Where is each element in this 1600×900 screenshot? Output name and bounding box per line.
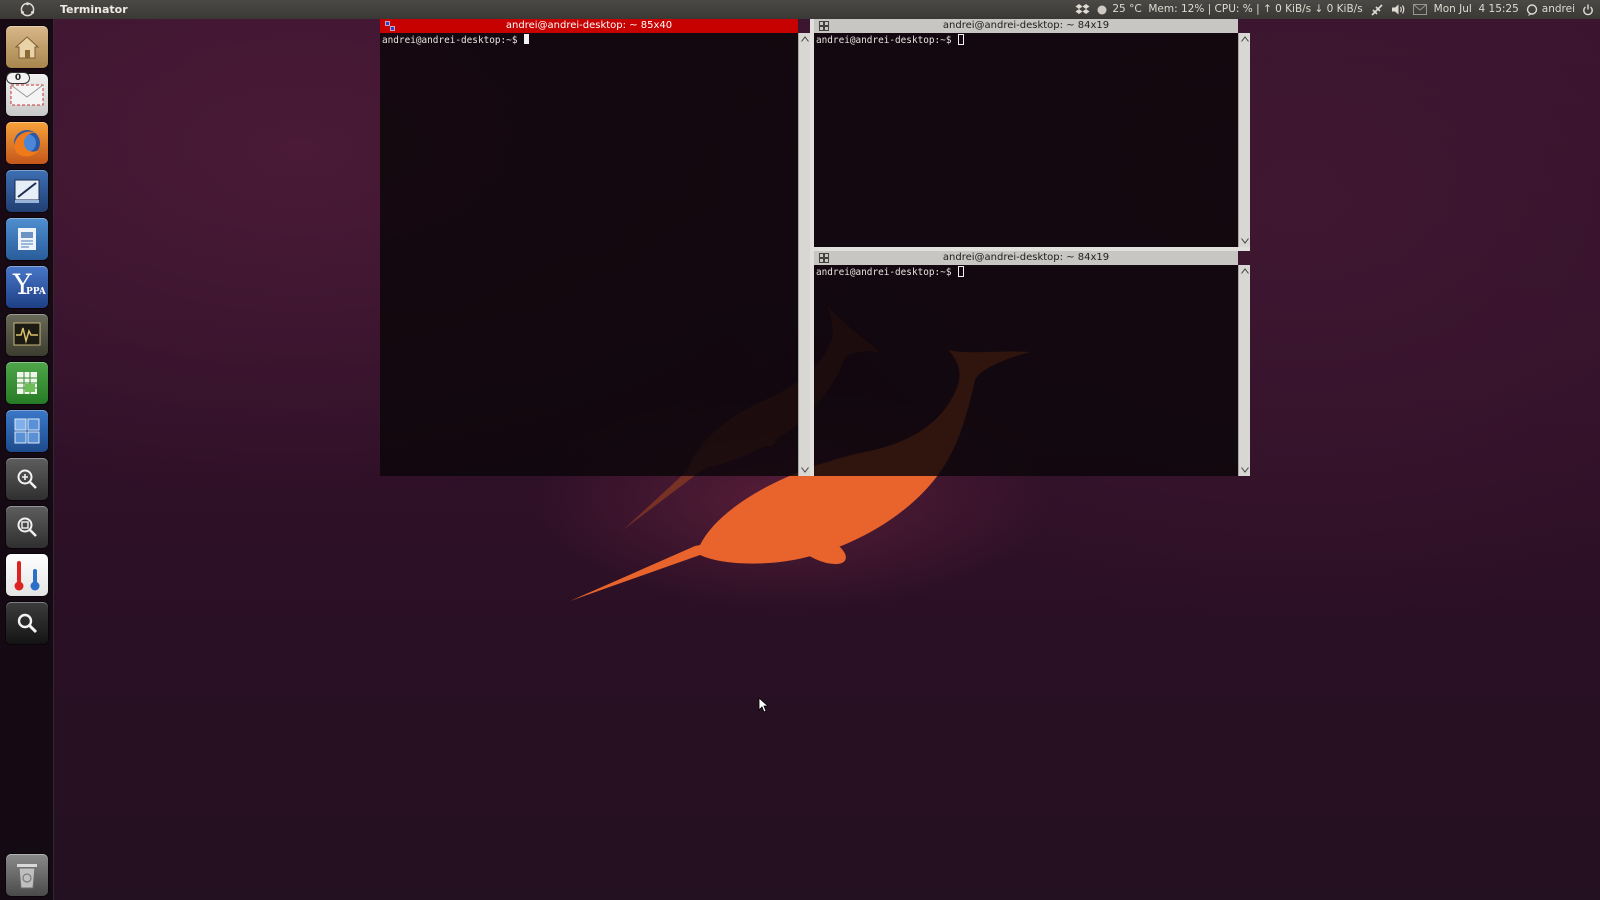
launcher-workspace-switcher[interactable] bbox=[6, 410, 48, 452]
text-cursor bbox=[958, 34, 965, 45]
terminal-title-bar[interactable]: andrei@andrei-desktop: ~ 84x19 bbox=[814, 251, 1238, 265]
launcher-firefox[interactable] bbox=[6, 122, 48, 164]
terminal-title: andrei@andrei-desktop: ~ 84x19 bbox=[942, 20, 1110, 31]
system-monitor-indicator[interactable]: 25 °C Mem: 12% | CPU: % | ↑ 0 KiB/s ↓ 0 … bbox=[1097, 0, 1363, 19]
terminal-pane-left[interactable]: andrei@andrei-desktop: ~ 85x40 andrei@an… bbox=[380, 19, 798, 476]
temperature-dot-icon bbox=[1097, 5, 1107, 14]
launcher-text-editor[interactable] bbox=[6, 170, 48, 212]
terminal-title: andrei@andrei-desktop: ~ 85x40 bbox=[505, 20, 673, 31]
scroll-up-icon[interactable] bbox=[1241, 36, 1249, 42]
terminator-window: andrei@andrei-desktop: ~ 85x40 andrei@an… bbox=[380, 19, 1268, 476]
temperature-reading: 25 °C bbox=[1112, 3, 1142, 15]
scroll-down-icon[interactable] bbox=[1241, 238, 1249, 244]
text-editor-icon bbox=[14, 179, 40, 203]
memory-reading: Mem: 12% bbox=[1148, 3, 1205, 15]
document-viewer-icon bbox=[18, 228, 36, 250]
mail-unread-badge: 0 bbox=[6, 72, 30, 84]
mouse-pointer-icon bbox=[758, 697, 768, 713]
launcher-temperature-monitor[interactable] bbox=[6, 554, 48, 596]
launcher-spreadsheet[interactable] bbox=[6, 362, 48, 404]
launcher: 0 Y PPA bbox=[0, 19, 54, 900]
scroll-down-icon[interactable] bbox=[1241, 467, 1249, 473]
zoom-in-icon bbox=[17, 469, 37, 489]
workspace-switcher-icon bbox=[14, 418, 40, 444]
clock[interactable]: Mon Jul 4 15:25 bbox=[1434, 0, 1519, 19]
scroll-down-icon[interactable] bbox=[801, 467, 809, 473]
scrollbar-bottom-right[interactable] bbox=[1238, 265, 1250, 476]
power-icon[interactable] bbox=[1582, 4, 1594, 16]
system-monitor-icon bbox=[13, 322, 41, 346]
launcher-y-ppa-manager[interactable]: Y PPA bbox=[6, 266, 48, 308]
launcher-document-viewer[interactable] bbox=[6, 218, 48, 260]
home-folder-icon bbox=[14, 36, 40, 59]
scroll-up-icon[interactable] bbox=[1241, 268, 1249, 274]
user-name: andrei bbox=[1541, 3, 1575, 15]
text-cursor bbox=[524, 34, 530, 44]
terminal-prompt: andrei@andrei-desktop:~$ bbox=[816, 34, 965, 46]
chat-status-icon bbox=[1526, 3, 1537, 16]
terminal-pane-bottom-right[interactable]: andrei@andrei-desktop: ~ 84x19 andrei@an… bbox=[814, 251, 1238, 476]
trash-icon bbox=[17, 864, 37, 889]
terminal-title-bar[interactable]: andrei@andrei-desktop: ~ 84x19 bbox=[814, 19, 1238, 33]
prompt-text: andrei@andrei-desktop:~$ bbox=[816, 35, 958, 46]
net-down-reading: ↓ 0 KiB/s bbox=[1314, 3, 1363, 15]
group-icon[interactable] bbox=[819, 253, 830, 263]
launcher-zoom-in[interactable] bbox=[6, 458, 48, 500]
group-icon[interactable] bbox=[819, 21, 830, 31]
spreadsheet-icon bbox=[17, 372, 37, 394]
zoom-fit-icon bbox=[17, 517, 37, 537]
mail-icon bbox=[10, 84, 44, 106]
cpu-reading: CPU: % bbox=[1214, 3, 1253, 15]
prompt-text: andrei@andrei-desktop:~$ bbox=[816, 267, 958, 278]
launcher-system-monitor[interactable] bbox=[6, 314, 48, 356]
indicator-area: 25 °C Mem: 12% | CPU: % | ↑ 0 KiB/s ↓ 0 … bbox=[1075, 0, 1600, 19]
scrollbar-left[interactable] bbox=[798, 33, 810, 476]
firefox-icon bbox=[14, 130, 40, 157]
terminal-pane-top-right[interactable]: andrei@andrei-desktop: ~ 84x19 andrei@an… bbox=[814, 19, 1238, 247]
net-up-reading: ↑ 0 KiB/s bbox=[1262, 3, 1312, 15]
scroll-up-icon[interactable] bbox=[801, 36, 809, 42]
scrollbar-top-right[interactable] bbox=[1238, 33, 1250, 247]
text-cursor bbox=[958, 266, 965, 277]
prompt-text: andrei@andrei-desktop:~$ bbox=[382, 35, 524, 46]
active-app-title: Terminator bbox=[60, 3, 128, 16]
launcher-search[interactable] bbox=[6, 602, 48, 644]
search-icon bbox=[17, 613, 38, 634]
top-panel: Terminator 25 °C Mem: 12% | CPU: % | ↑ 0… bbox=[0, 0, 1600, 19]
terminal-prompt: andrei@andrei-desktop:~$ bbox=[382, 34, 530, 46]
terminal-title: andrei@andrei-desktop: ~ 84x19 bbox=[942, 252, 1110, 263]
terminal-prompt: andrei@andrei-desktop:~$ bbox=[816, 266, 965, 278]
dropbox-icon[interactable] bbox=[1075, 3, 1090, 16]
group-icon[interactable] bbox=[385, 21, 396, 31]
thermometer-icon bbox=[14, 561, 40, 591]
user-menu[interactable]: andrei bbox=[1526, 0, 1575, 19]
y-ppa-icon: Y PPA bbox=[13, 268, 46, 301]
launcher-zoom-fit[interactable] bbox=[6, 506, 48, 548]
mail-indicator-icon[interactable] bbox=[1412, 4, 1427, 15]
volume-icon[interactable] bbox=[1391, 3, 1406, 16]
launcher-trash[interactable] bbox=[6, 854, 48, 896]
ubuntu-logo-button[interactable] bbox=[0, 0, 54, 19]
network-icon[interactable] bbox=[1370, 3, 1384, 17]
terminal-title-bar[interactable]: andrei@andrei-desktop: ~ 85x40 bbox=[380, 19, 798, 33]
launcher-home-folder[interactable] bbox=[6, 26, 48, 68]
ubuntu-logo-icon bbox=[20, 2, 34, 17]
